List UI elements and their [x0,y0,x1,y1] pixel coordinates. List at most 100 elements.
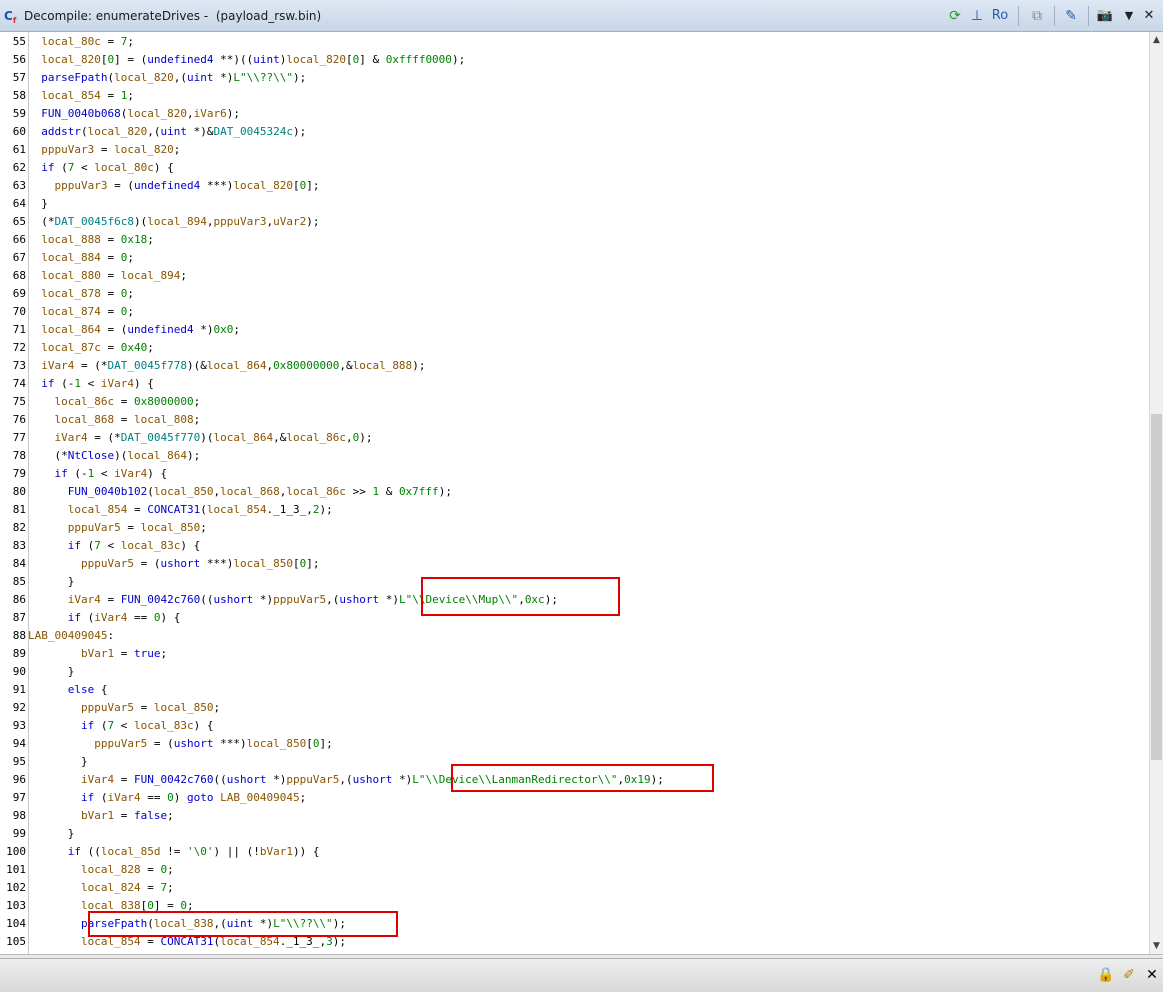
code-line[interactable]: 100 if ((local_85d != '\0') || (!bVar1))… [0,843,1149,861]
code-line[interactable]: 83 if (7 < local_83c) { [0,537,1149,555]
code-line[interactable]: 61 pppuVar3 = local_820; [0,141,1149,159]
code-text[interactable]: pppuVar5 = (ushort ***)local_850[0]; [28,735,332,753]
code-text[interactable]: pppuVar3 = local_820; [28,141,180,159]
code-line[interactable]: 57 parseFpath(local_820,(uint *)L"\\??\\… [0,69,1149,87]
code-line[interactable]: 56 local_820[0] = (undefined4 **)((uint)… [0,51,1149,69]
code-line[interactable]: 69 local_878 = 0; [0,285,1149,303]
code-text[interactable]: local_854 = 1; [28,87,134,105]
code-line[interactable]: 62 if (7 < local_80c) { [0,159,1149,177]
code-line[interactable]: 73 iVar4 = (*DAT_0045f778)(&local_864,0x… [0,357,1149,375]
code-text[interactable]: local_880 = local_894; [28,267,187,285]
read-only-button[interactable]: Ro [989,6,1011,26]
code-text[interactable]: bVar1 = false; [28,807,174,825]
code-line[interactable]: 75 local_86c = 0x8000000; [0,393,1149,411]
code-text[interactable]: if (7 < local_80c) { [28,159,173,177]
bottom-close-icon[interactable]: ✕ [1143,965,1161,985]
refresh-icon[interactable]: ⟳ [946,6,964,26]
snapshot-icon[interactable]: 📷 [1096,6,1114,26]
code-text[interactable]: local_854 = CONCAT31(local_854._1_3_,2); [28,501,333,519]
code-text[interactable]: local_828 = 0; [28,861,174,879]
code-text[interactable]: local_878 = 0; [28,285,134,303]
code-text[interactable]: local_86c = 0x8000000; [28,393,201,411]
close-icon[interactable]: ✕ [1141,6,1157,26]
code-line[interactable]: 82 pppuVar5 = local_850; [0,519,1149,537]
copy-icon[interactable]: ⧉ [1028,6,1046,26]
scrollbar-thumb[interactable] [1151,414,1162,760]
code-line[interactable]: 72 local_87c = 0x40; [0,339,1149,357]
code-text[interactable]: FUN_0040b068(local_820,iVar6); [28,105,240,123]
code-text[interactable]: pppuVar5 = (ushort ***)local_850[0]; [28,555,319,573]
code-text[interactable]: if (-1 < iVar4) { [28,375,154,393]
code-line[interactable]: 91 else { [0,681,1149,699]
code-line[interactable]: 68 local_880 = local_894; [0,267,1149,285]
code-text[interactable]: local_824 = 7; [28,879,174,897]
code-text[interactable]: addstr(local_820,(uint *)&DAT_0045324c); [28,123,306,141]
code-line[interactable]: 84 pppuVar5 = (ushort ***)local_850[0]; [0,555,1149,573]
code-text[interactable]: local_80c = 7; [28,33,134,51]
code-line[interactable]: 93 if (7 < local_83c) { [0,717,1149,735]
code-line[interactable]: 70 local_874 = 0; [0,303,1149,321]
code-text[interactable]: } [28,573,75,591]
code-line[interactable]: 89 bVar1 = true; [0,645,1149,663]
code-line[interactable]: 102 local_824 = 7; [0,879,1149,897]
code-text[interactable]: } [28,195,48,213]
code-text[interactable]: local_884 = 0; [28,249,134,267]
menu-dropdown-icon[interactable]: ▼ [1121,6,1137,26]
eraser-icon[interactable]: ✐ [1120,965,1138,985]
code-text[interactable]: FUN_0040b102(local_850,local_868,local_8… [28,483,452,501]
code-line[interactable]: 64 } [0,195,1149,213]
code-text[interactable]: (*NtClose)(local_864); [28,447,201,465]
code-text[interactable]: local_864 = (undefined4 *)0x0; [28,321,240,339]
code-line[interactable]: 78 (*NtClose)(local_864); [0,447,1149,465]
scroll-down-icon[interactable]: ▼ [1150,938,1163,954]
code-text[interactable]: if (-1 < iVar4) { [28,465,168,483]
vertical-scrollbar[interactable]: ▲ ▼ [1149,32,1163,954]
code-line[interactable]: 76 local_868 = local_808; [0,411,1149,429]
code-text[interactable]: local_868 = local_808; [28,411,201,429]
code-text[interactable]: } [28,663,75,681]
code-text[interactable]: else { [28,681,108,699]
code-line[interactable]: 101 local_828 = 0; [0,861,1149,879]
code-text[interactable]: } [28,753,88,771]
code-text[interactable]: pppuVar3 = (undefined4 ***)local_820[0]; [28,177,320,195]
code-text[interactable]: local_820[0] = (undefined4 **)((uint)loc… [28,51,465,69]
code-line[interactable]: 65 (*DAT_0045f6c8)(local_894,pppuVar3,uV… [0,213,1149,231]
code-line[interactable]: 74 if (-1 < iVar4) { [0,375,1149,393]
lock-icon[interactable]: 🔒 [1097,965,1115,985]
code-text[interactable]: if ((local_85d != '\0') || (!bVar1)) { [28,843,320,861]
code-text[interactable]: local_888 = 0x18; [28,231,154,249]
code-line[interactable]: 99 } [0,825,1149,843]
code-text[interactable]: pppuVar5 = local_850; [28,519,207,537]
code-line[interactable]: 67 local_884 = 0; [0,249,1149,267]
code-line[interactable]: 98 bVar1 = false; [0,807,1149,825]
scroll-up-icon[interactable]: ▲ [1150,32,1163,48]
code-text[interactable]: } [28,825,75,843]
edit-icon[interactable]: ✎ [1062,6,1080,26]
code-line[interactable]: 90 } [0,663,1149,681]
code-line[interactable]: 63 pppuVar3 = (undefined4 ***)local_820[… [0,177,1149,195]
code-line[interactable]: 60 addstr(local_820,(uint *)&DAT_0045324… [0,123,1149,141]
code-line[interactable]: 55 local_80c = 7; [0,33,1149,51]
decompiler-code-view[interactable]: 55 local_80c = 7; 56 local_820[0] = (unde… [0,32,1149,954]
code-text[interactable]: iVar4 = (*DAT_0045f778)(&local_864,0x800… [28,357,425,375]
code-text[interactable]: if (7 < local_83c) { [28,717,213,735]
code-text[interactable]: if (7 < local_83c) { [28,537,200,555]
code-line[interactable]: 80 FUN_0040b102(local_850,local_868,loca… [0,483,1149,501]
code-text[interactable]: bVar1 = true; [28,645,167,663]
code-text[interactable]: LAB_00409045: [28,627,114,645]
code-line[interactable]: 59 FUN_0040b068(local_820,iVar6); [0,105,1149,123]
code-text[interactable]: (*DAT_0045f6c8)(local_894,pppuVar3,uVar2… [28,213,319,231]
code-line[interactable]: 94 pppuVar5 = (ushort ***)local_850[0]; [0,735,1149,753]
code-line[interactable]: 77 iVar4 = (*DAT_0045f770)(local_864,&lo… [0,429,1149,447]
code-line[interactable]: 88 LAB_00409045: [0,627,1149,645]
code-text[interactable]: pppuVar5 = local_850; [28,699,220,717]
graph-icon[interactable]: ⊥ [968,6,986,26]
code-text[interactable]: if (iVar4 == 0) { [28,609,181,627]
code-text[interactable]: local_87c = 0x40; [28,339,154,357]
code-line[interactable]: 92 pppuVar5 = local_850; [0,699,1149,717]
code-text[interactable]: iVar4 = (*DAT_0045f770)(local_864,&local… [28,429,373,447]
code-line[interactable]: 58 local_854 = 1; [0,87,1149,105]
code-line[interactable]: 79 if (-1 < iVar4) { [0,465,1149,483]
code-line[interactable]: 81 local_854 = CONCAT31(local_854._1_3_,… [0,501,1149,519]
code-line[interactable]: 71 local_864 = (undefined4 *)0x0; [0,321,1149,339]
